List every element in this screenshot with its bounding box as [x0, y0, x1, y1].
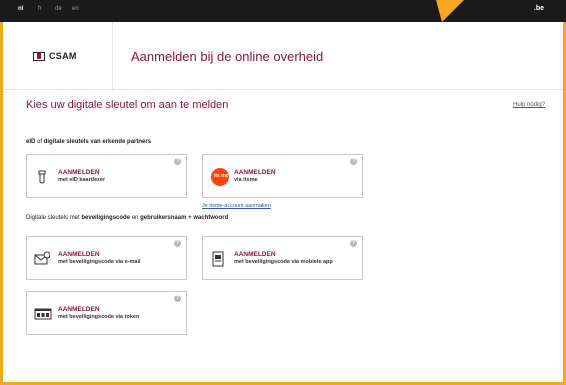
card-subtitle: met beveiligingscode via token — [58, 314, 140, 320]
section1-bold: digitale sleutels van erkende partners — [43, 139, 152, 145]
card-title: AANMELDEN — [58, 251, 100, 258]
card-subtitle: met beveiligingscode via e-mail — [58, 259, 141, 265]
info-icon[interactable]: ? — [174, 240, 181, 247]
login-eid-card[interactable]: ? AANMELDEN met eID kaartlezer — [26, 154, 187, 198]
section2-prefix: Digitale sleutels met — [26, 215, 82, 221]
login-email-card[interactable]: ? AANMELDEN met beveiligingscode via e-m… — [26, 236, 187, 280]
card-subtitle: met eID kaartlezer — [58, 177, 106, 183]
page-subtitle: Kies uw digitale sleutel om aan te melde… — [26, 99, 229, 111]
mobile-app-icon — [212, 251, 224, 267]
card-reader-icon — [38, 170, 46, 184]
help-link[interactable]: Hulp nodig? — [513, 102, 545, 108]
section-partners-heading: eID of digitale sleutels van erkende par… — [26, 139, 151, 145]
lang-en[interactable]: en — [72, 6, 79, 12]
section2-middle: en — [130, 215, 141, 221]
itsme-icon: its me — [211, 168, 229, 186]
lang-de[interactable]: de — [55, 6, 62, 12]
section1-middle: of — [35, 139, 44, 145]
card-title: AANMELDEN — [234, 169, 276, 176]
section-codes-heading: Digitale sleutels met beveiligingscode e… — [26, 215, 228, 221]
domain-label: .be — [533, 5, 544, 12]
top-bar: nl fr de en .be — [0, 0, 566, 22]
lang-fr[interactable]: fr — [38, 6, 42, 12]
info-icon[interactable]: ? — [350, 240, 357, 247]
card-title: AANMELDEN — [58, 169, 100, 176]
email-icon — [34, 251, 50, 265]
login-mobile-card[interactable]: ? AANMELDEN met beveiligingscode via mob… — [202, 236, 363, 280]
itsme-label: its me — [214, 173, 229, 179]
section1-prefix: eID — [26, 139, 36, 145]
lang-nl[interactable]: nl — [18, 6, 23, 12]
page-title: Aanmelden bij de online overheid — [131, 49, 324, 64]
card-subtitle: via itsme — [234, 177, 258, 183]
logo[interactable]: CSAM — [3, 22, 113, 90]
login-itsme-card[interactable]: ? its me AANMELDEN via itsme — [202, 154, 363, 198]
section2-bold1: beveiligingscode — [81, 215, 131, 221]
info-icon[interactable]: ? — [174, 295, 181, 302]
info-icon[interactable]: ? — [174, 158, 181, 165]
section2-bold2: gebruikersnaam + wachtwoord — [140, 215, 229, 221]
card-subtitle: met beveiligingscode via mobiele app — [234, 259, 333, 265]
info-icon[interactable]: ? — [350, 158, 357, 165]
token-icon — [34, 308, 52, 320]
header: CSAM Aanmelden bij de online overheid — [3, 22, 563, 90]
login-token-card[interactable]: ? AANMELDEN met beveiligingscode via tok… — [26, 291, 187, 335]
card-title: AANMELDEN — [234, 251, 276, 258]
logo-text: CSAM — [49, 51, 77, 61]
top-accent — [427, 0, 465, 22]
card-title: AANMELDEN — [58, 306, 100, 313]
itsme-create-link[interactable]: Je itsme-account aanmaken — [202, 203, 271, 209]
csam-logo-icon — [33, 52, 45, 61]
